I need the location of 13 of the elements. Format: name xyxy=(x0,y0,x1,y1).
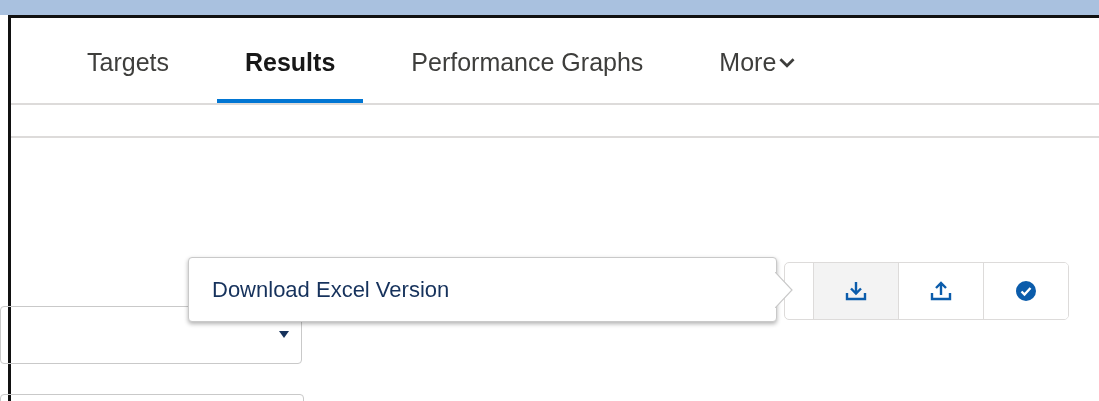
tab[interactable]: More xyxy=(691,18,825,103)
upload-icon xyxy=(930,281,952,301)
download-button[interactable] xyxy=(813,263,898,319)
tooltip-text: Download Excel Version xyxy=(211,276,450,303)
check-button[interactable] xyxy=(983,263,1068,319)
check-circle-icon xyxy=(1016,281,1036,301)
tab[interactable]: Performance Graphs xyxy=(383,18,672,103)
chevron-down-icon xyxy=(778,57,797,68)
download-icon xyxy=(845,281,867,301)
select-field[interactable] xyxy=(0,306,302,364)
tab[interactable]: Results xyxy=(217,18,364,103)
caret-down-icon xyxy=(279,331,289,339)
tab[interactable]: Targets xyxy=(59,18,197,103)
